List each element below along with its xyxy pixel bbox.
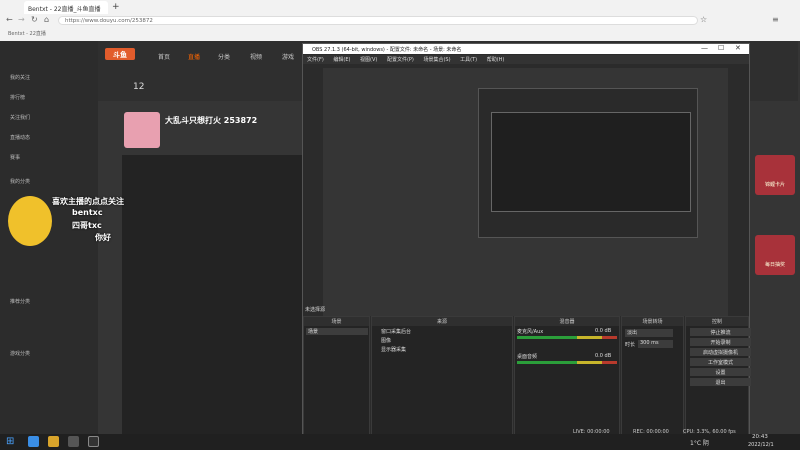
nav-item[interactable]: 首页 <box>158 52 170 61</box>
sidebar-item[interactable]: 推荐分类 <box>10 298 30 307</box>
mixer-track-db: 0.0 dB <box>595 353 612 359</box>
source-item[interactable]: 图像 <box>381 337 391 344</box>
nav-item[interactable]: 直播 <box>188 52 200 61</box>
duration-label: 时长 <box>625 342 636 348</box>
studio-mode-button[interactable]: 工作室模式 <box>690 358 751 366</box>
dock-header: 控制 <box>686 317 748 326</box>
home-icon[interactable]: ⌂ <box>44 15 49 24</box>
overlay-line: bentxc <box>72 208 103 217</box>
controls-dock: 控制 停止推流 开始录制 启动虚拟摄像机 工作室模式 设置 退出 <box>685 316 751 436</box>
obs-task-icon[interactable] <box>88 436 99 447</box>
mixer-track-name: 麦克风/Aux <box>517 329 544 335</box>
transition-select[interactable]: 淡出 <box>625 329 673 337</box>
site-logo[interactable]: 斗鱼 <box>105 48 135 60</box>
room-title: 大乱斗只想打火 253872 <box>165 116 258 125</box>
overlay-line: 四哥txc <box>72 221 102 230</box>
obs-window: OBS 27.1.3 (64-bit, windows) - 配置文件: 未命名… <box>302 43 751 436</box>
sidebar-item[interactable]: 直播动态 <box>10 134 30 143</box>
scene-item[interactable]: 场景 <box>306 328 368 335</box>
mixer-track-name: 桌面音频 <box>517 354 538 360</box>
duration-input[interactable]: 300 ms <box>638 340 673 348</box>
side-ad[interactable]: 锦鲤卡片 <box>755 155 795 195</box>
browser-tab[interactable]: Bentxt - 22直播_斗鱼直播 <box>24 1 108 14</box>
weather-label[interactable]: 1°C 阴 <box>690 438 709 447</box>
source-item[interactable]: 显示器采集 <box>381 346 406 353</box>
taskbar <box>0 434 800 450</box>
transitions-dock: 场景转场 淡出 时长 300 ms <box>621 316 684 436</box>
dock-header: 来源 <box>372 317 512 326</box>
menu-icon[interactable]: ≡ <box>772 15 779 24</box>
new-tab-icon[interactable]: + <box>112 2 120 12</box>
dock-header: 场景 <box>304 317 369 326</box>
windows-start-icon[interactable]: ⊞ <box>6 436 14 447</box>
mixer-dock: 混音器 麦克风/Aux 0.0 dB 桌面音频 0.0 dB <box>514 316 620 436</box>
browser-task-icon[interactable] <box>28 436 39 447</box>
minimize-icon[interactable]: — <box>701 44 708 52</box>
close-icon[interactable]: ✕ <box>735 44 741 52</box>
clock-time[interactable]: 20:43 <box>752 434 768 440</box>
sidebar-item[interactable]: 游戏分类 <box>10 350 30 359</box>
settings-button[interactable]: 设置 <box>690 368 751 376</box>
no-source-label: 未选择源 <box>305 307 326 313</box>
menu-item[interactable]: 编辑(E) <box>333 57 350 63</box>
forward-icon[interactable]: → <box>18 15 25 24</box>
side-ad[interactable]: 每日抽奖 <box>755 235 795 275</box>
start-recording-button[interactable]: 开始录制 <box>690 338 751 346</box>
scenes-dock: 场景 场景 <box>303 316 370 436</box>
explorer-task-icon[interactable] <box>48 436 59 447</box>
exit-button[interactable]: 退出 <box>690 378 751 386</box>
star-icon[interactable]: ☆ <box>700 15 707 24</box>
maximize-icon[interactable]: ☐ <box>718 44 724 52</box>
stop-streaming-button[interactable]: 停止推流 <box>690 328 751 336</box>
sidebar-item[interactable]: 我的分类 <box>10 178 30 187</box>
nav-item[interactable]: 视频 <box>250 52 262 61</box>
obs-preview[interactable] <box>323 68 728 316</box>
sidebar-item[interactable]: 我的关注 <box>10 74 30 83</box>
audio-meter <box>517 336 617 339</box>
nav-item[interactable]: 游戏 <box>282 52 294 61</box>
menu-item[interactable]: 工具(T) <box>460 57 477 63</box>
mixer-track-db: 0.0 dB <box>595 328 612 334</box>
reload-icon[interactable]: ↻ <box>31 15 38 24</box>
virtual-camera-button[interactable]: 启动虚拟摄像机 <box>690 348 751 356</box>
sidebar-item[interactable]: 关注我们 <box>10 114 30 123</box>
menu-item[interactable]: 配置文件(P) <box>387 57 414 63</box>
back-icon[interactable]: ← <box>6 15 13 24</box>
menu-item[interactable]: 帮助(H) <box>487 57 505 63</box>
nav-item[interactable]: 分类 <box>218 52 230 61</box>
sources-dock: 来源 窗口采集后台 图像 显示器采集 <box>371 316 513 436</box>
app-task-icon[interactable] <box>68 436 79 447</box>
audio-meter <box>517 361 617 364</box>
obs-titlebar: OBS 27.1.3 (64-bit, windows) - 配置文件: 未命名… <box>303 44 749 54</box>
sidebar-item[interactable]: 赛事 <box>10 154 20 163</box>
bookmark-item[interactable]: Bentxt - 22直播 <box>8 30 46 37</box>
menu-item[interactable]: 文件(F) <box>307 57 324 63</box>
source-item[interactable]: 窗口采集后台 <box>381 328 411 335</box>
count-label: 12 <box>133 82 145 92</box>
dock-header: 混音器 <box>515 317 619 326</box>
video-player[interactable] <box>122 155 302 434</box>
dock-header: 场景转场 <box>622 317 683 326</box>
clock-date[interactable]: 2022/12/1 <box>748 442 774 448</box>
overlay-line: 喜欢主播的点点关注 <box>52 197 124 206</box>
overlay-line: 你好 <box>95 233 111 242</box>
address-bar[interactable]: https://www.douyu.com/253872 <box>58 16 698 25</box>
psyduck-sticker <box>8 196 52 246</box>
streamer-avatar[interactable] <box>124 112 160 148</box>
menu-item[interactable]: 场景集合(S) <box>423 57 450 63</box>
sidebar-item[interactable]: 排行榜 <box>10 94 25 103</box>
menu-item[interactable]: 视图(V) <box>360 57 377 63</box>
obs-menubar: 文件(F) 编辑(E) 视图(V) 配置文件(P) 场景集合(S) 工具(T) … <box>303 55 749 64</box>
